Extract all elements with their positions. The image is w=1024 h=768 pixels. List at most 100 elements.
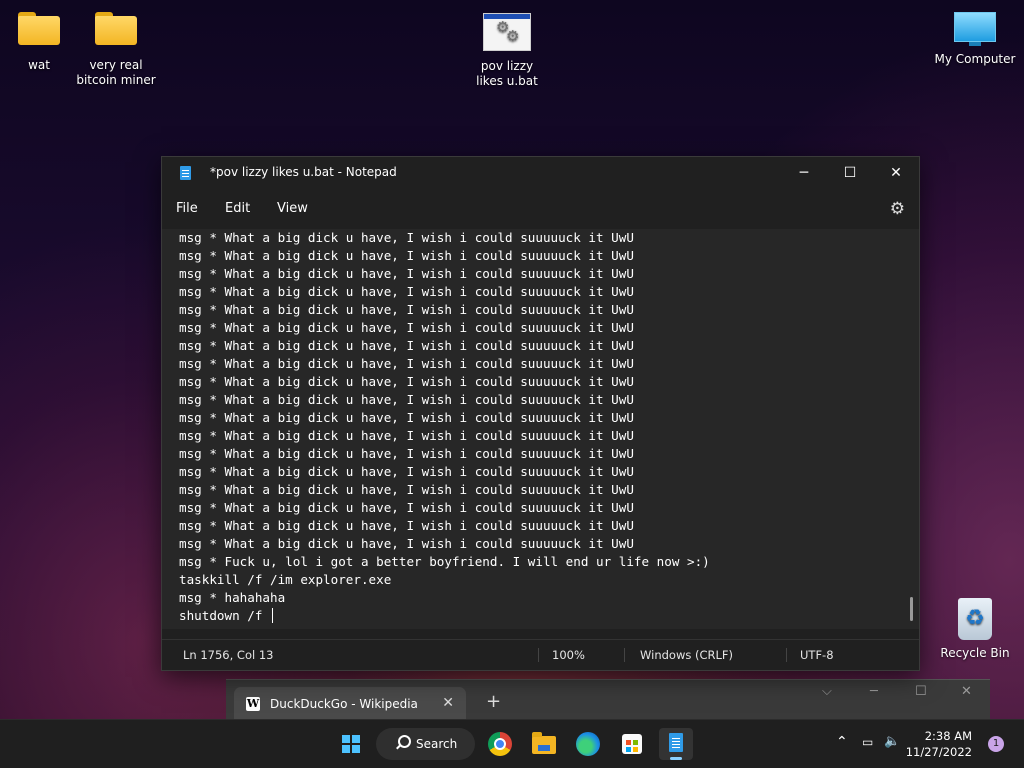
title-bar[interactable]: *pov lizzy likes u.bat - Notepad ─ ☐ ✕ — [162, 157, 919, 189]
notification-badge[interactable]: 1 — [988, 736, 1004, 752]
desktop-icon-bat-file[interactable]: ⚙ ⚙ pov lizzy likes u.bat — [459, 13, 555, 89]
editor-line-text: msg * What a big dick u have, I wish i c… — [179, 230, 634, 245]
editor-line-text: msg * What a big dick u have, I wish i c… — [179, 266, 634, 281]
notepad-window: *pov lizzy likes u.bat - Notepad ─ ☐ ✕ F… — [161, 156, 920, 671]
tray-chevron-icon[interactable]: ⌃ — [836, 734, 848, 750]
editor-line-text: msg * What a big dick u have, I wish i c… — [179, 500, 634, 515]
tab-dropdown-icon[interactable]: ⌵ — [822, 684, 832, 699]
editor-line-text: taskkill /f /im explorer.exe — [179, 572, 392, 587]
editor-line: msg * What a big dick u have, I wish i c… — [179, 229, 710, 247]
editor-line-text: msg * hahahaha — [179, 590, 286, 605]
editor-line-text: msg * What a big dick u have, I wish i c… — [179, 518, 634, 533]
browser-tab[interactable]: W DuckDuckGo - Wikipedia ✕ — [234, 687, 466, 721]
search-icon — [398, 735, 411, 748]
menu-bar: File Edit View ⚙ — [162, 197, 919, 223]
taskbar-chrome[interactable] — [483, 728, 517, 760]
desktop-icon-label: very real bitcoin miner — [76, 58, 156, 87]
editor-line: msg * hahahaha — [179, 589, 710, 607]
batch-file-icon: ⚙ ⚙ — [483, 13, 531, 51]
browser-window[interactable]: W DuckDuckGo - Wikipedia ✕ + ⌵ ─ ☐ ✕ — [226, 679, 990, 721]
browser-tab-label: DuckDuckGo - Wikipedia — [270, 697, 418, 711]
editor-line: msg * What a big dick u have, I wish i c… — [179, 265, 710, 283]
tab-close-icon[interactable]: ✕ — [442, 695, 454, 711]
editor-line: msg * What a big dick u have, I wish i c… — [179, 373, 710, 391]
editor-line: shutdown /f — [179, 607, 710, 625]
editor-line-text: msg * What a big dick u have, I wish i c… — [179, 392, 634, 407]
editor-line-text: msg * What a big dick u have, I wish i c… — [179, 464, 634, 479]
network-icon[interactable]: ▭ — [862, 735, 873, 749]
new-tab-button[interactable]: + — [486, 691, 501, 712]
editor-line-text: msg * What a big dick u have, I wish i c… — [179, 302, 634, 317]
menu-file[interactable]: File — [176, 201, 198, 216]
editor-line: msg * What a big dick u have, I wish i c… — [179, 499, 710, 517]
editor-line-text: msg * What a big dick u have, I wish i c… — [179, 446, 634, 461]
notepad-icon — [669, 733, 683, 752]
active-indicator — [670, 757, 682, 760]
desktop-icon-label: My Computer — [934, 52, 1016, 66]
taskbar-store[interactable] — [615, 728, 649, 760]
volume-icon[interactable]: 🔈 — [884, 734, 900, 749]
editor-line: msg * What a big dick u have, I wish i c… — [179, 427, 710, 445]
search-label: Search — [416, 737, 458, 751]
folder-icon — [95, 12, 137, 45]
editor-line-text: msg * What a big dick u have, I wish i c… — [179, 338, 634, 353]
taskbar-notepad[interactable] — [659, 728, 693, 760]
editor-line: msg * What a big dick u have, I wish i c… — [179, 517, 710, 535]
editor-line: msg * What a big dick u have, I wish i c… — [179, 535, 710, 553]
window-title: *pov lizzy likes u.bat - Notepad — [210, 165, 397, 179]
minimize-button[interactable]: ─ — [781, 157, 827, 189]
browser-maximize-button[interactable]: ☐ — [915, 684, 927, 699]
desktop-icon-label: pov lizzy likes u.bat — [476, 59, 538, 88]
taskbar-file-explorer[interactable] — [527, 728, 561, 760]
vertical-scrollbar[interactable] — [910, 597, 913, 621]
browser-minimize-button[interactable]: ─ — [870, 684, 878, 699]
menu-view[interactable]: View — [277, 201, 308, 216]
zoom-level[interactable]: 100% — [552, 648, 585, 662]
editor-lines: msg * What a big dick u have, I wish i c… — [179, 229, 710, 625]
desktop-icon-label: Recycle Bin — [940, 646, 1010, 660]
maximize-button[interactable]: ☐ — [827, 157, 873, 189]
status-bar: Ln 1756, Col 13 100% Windows (CRLF) UTF-… — [162, 639, 919, 670]
monitor-icon — [954, 12, 996, 46]
editor-line: msg * What a big dick u have, I wish i c… — [179, 337, 710, 355]
edge-icon — [576, 732, 600, 756]
cursor-position: Ln 1756, Col 13 — [183, 648, 274, 662]
editor-line-text: msg * Fuck u, lol i got a better boyfrie… — [179, 554, 710, 569]
clock-time: 2:38 AM — [924, 729, 972, 743]
editor-line: msg * What a big dick u have, I wish i c… — [179, 409, 710, 427]
close-button[interactable]: ✕ — [873, 157, 919, 189]
editor-line: taskkill /f /im explorer.exe — [179, 571, 710, 589]
editor-line-text: msg * What a big dick u have, I wish i c… — [179, 248, 634, 263]
notepad-app-icon — [180, 166, 191, 180]
folder-icon — [18, 12, 60, 45]
browser-close-button[interactable]: ✕ — [961, 684, 972, 699]
editor-line-text: msg * What a big dick u have, I wish i c… — [179, 374, 634, 389]
recycle-bin-icon: ♻ — [958, 598, 992, 640]
settings-gear-icon[interactable]: ⚙ — [890, 199, 905, 219]
editor-line: msg * Fuck u, lol i got a better boyfrie… — [179, 553, 710, 571]
text-caret — [272, 608, 273, 623]
encoding[interactable]: UTF-8 — [800, 648, 834, 662]
text-editor[interactable]: msg * What a big dick u have, I wish i c… — [162, 229, 919, 629]
desktop-icon-bitcoin-miner[interactable]: very real bitcoin miner — [68, 12, 164, 88]
editor-line: msg * What a big dick u have, I wish i c… — [179, 319, 710, 337]
taskbar-search[interactable]: Search — [376, 728, 475, 760]
editor-line: msg * What a big dick u have, I wish i c… — [179, 445, 710, 463]
editor-line-text: msg * What a big dick u have, I wish i c… — [179, 536, 634, 551]
editor-line-text: msg * What a big dick u have, I wish i c… — [179, 320, 634, 335]
start-button[interactable] — [333, 728, 367, 760]
editor-line: msg * What a big dick u have, I wish i c… — [179, 463, 710, 481]
clock[interactable]: 2:38 AM 11/27/2022 — [906, 728, 972, 760]
file-explorer-icon — [532, 732, 556, 754]
desktop-icon-recycle-bin[interactable]: ♻ Recycle Bin — [927, 598, 1023, 661]
line-ending[interactable]: Windows (CRLF) — [640, 648, 733, 662]
editor-line-text: shutdown /f — [179, 608, 270, 623]
desktop-icon-my-computer[interactable]: My Computer — [927, 12, 1023, 67]
editor-line: msg * What a big dick u have, I wish i c… — [179, 481, 710, 499]
taskbar-edge[interactable] — [571, 728, 605, 760]
editor-line: msg * What a big dick u have, I wish i c… — [179, 391, 710, 409]
menu-edit[interactable]: Edit — [225, 201, 250, 216]
editor-line: msg * What a big dick u have, I wish i c… — [179, 301, 710, 319]
chrome-icon — [488, 732, 512, 756]
clock-date: 11/27/2022 — [905, 745, 972, 759]
